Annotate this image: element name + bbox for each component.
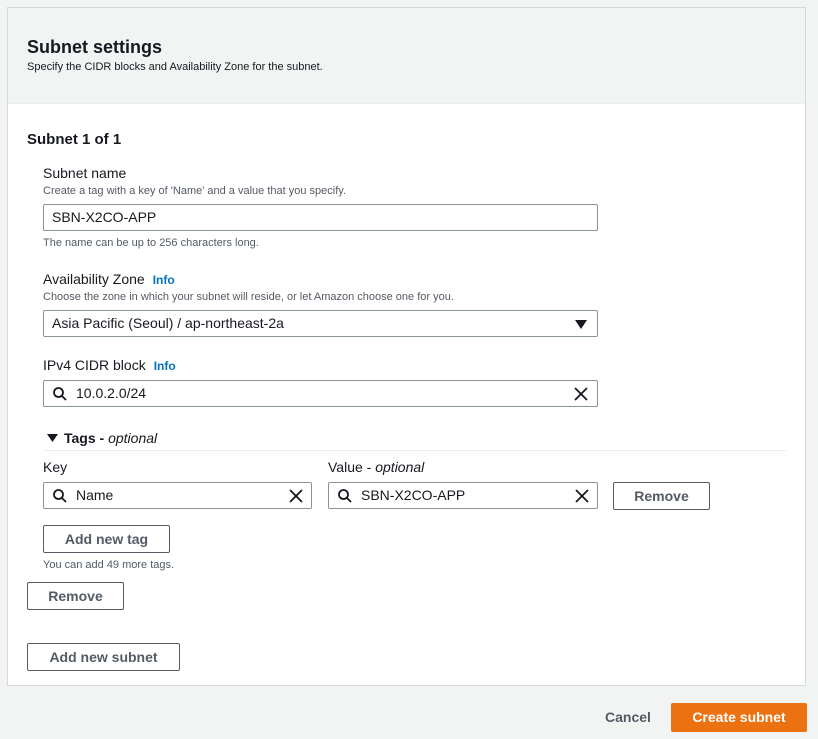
tag-value-optional: optional [375, 459, 425, 475]
subnet-name-label: Subnet name [43, 165, 127, 181]
add-new-subnet-button[interactable]: Add new subnet [27, 643, 180, 671]
cidr-info-link[interactable]: Info [154, 359, 176, 373]
tags-toggle[interactable]: Tags - optional [47, 430, 157, 446]
remove-subnet-button[interactable]: Remove [27, 582, 124, 610]
section-title: Subnet settings [27, 37, 163, 57]
clear-icon[interactable] [289, 489, 303, 503]
caret-down-icon [47, 434, 58, 442]
cidr-label-text: IPv4 CIDR block [43, 357, 146, 373]
tag-value-separator: - [362, 459, 376, 475]
search-icon [338, 489, 352, 503]
tags-separator: - [95, 430, 109, 446]
subnet-name-hint: The name can be up to 256 characters lon… [43, 237, 259, 249]
tag-value-input[interactable]: SBN-X2CO-APP [328, 482, 598, 509]
tags-label: Tags [64, 430, 96, 446]
tag-value-header-text: Value [328, 459, 363, 475]
tag-value-header: Value - optional [328, 459, 424, 475]
tags-optional: optional [108, 430, 158, 446]
tag-key-header: Key [43, 459, 68, 475]
subnet-name-input[interactable]: SBN-X2CO-APP [43, 204, 598, 231]
tag-value-value: SBN-X2CO-APP [361, 487, 466, 503]
cidr-input[interactable]: 10.0.2.0/24 [43, 380, 598, 407]
subnet-settings-panel: Subnet settings Specify the CIDR blocks … [7, 7, 806, 686]
cidr-label: IPv4 CIDR block Info [43, 357, 176, 373]
az-label-text: Availability Zone [43, 271, 145, 287]
az-description: Choose the zone in which your subnet wil… [43, 291, 454, 303]
tags-limit-hint: You can add 49 more tags. [43, 559, 175, 571]
search-icon [53, 489, 67, 503]
subnet-name-description: Create a tag with a key of 'Name' and a … [43, 185, 346, 197]
create-subnet-button[interactable]: Create subnet [671, 703, 807, 732]
az-info-link[interactable]: Info [153, 273, 175, 287]
search-icon [53, 387, 67, 401]
clear-icon[interactable] [574, 387, 588, 401]
clear-icon[interactable] [575, 489, 589, 503]
tag-key-value: Name [76, 487, 114, 503]
az-select[interactable]: Asia Pacific (Seoul) / ap-northeast-2a [43, 310, 598, 337]
az-label: Availability Zone Info [43, 271, 175, 287]
subnet-divider [8, 622, 805, 623]
section-description: Specify the CIDR blocks and Availability… [27, 61, 323, 73]
tags-divider [43, 450, 786, 451]
cancel-button[interactable]: Cancel [605, 709, 651, 725]
cidr-value: 10.0.2.0/24 [76, 385, 147, 401]
add-new-tag-button[interactable]: Add new tag [43, 525, 170, 553]
tag-key-input[interactable]: Name [43, 482, 312, 509]
remove-tag-button[interactable]: Remove [613, 482, 710, 510]
caret-down-icon [575, 320, 587, 329]
panel-header: Subnet settings Specify the CIDR blocks … [8, 8, 805, 104]
subnet-heading: Subnet 1 of 1 [27, 131, 122, 148]
az-selected-value: Asia Pacific (Seoul) / ap-northeast-2a [52, 315, 284, 331]
subnet-name-value: SBN-X2CO-APP [52, 209, 157, 225]
